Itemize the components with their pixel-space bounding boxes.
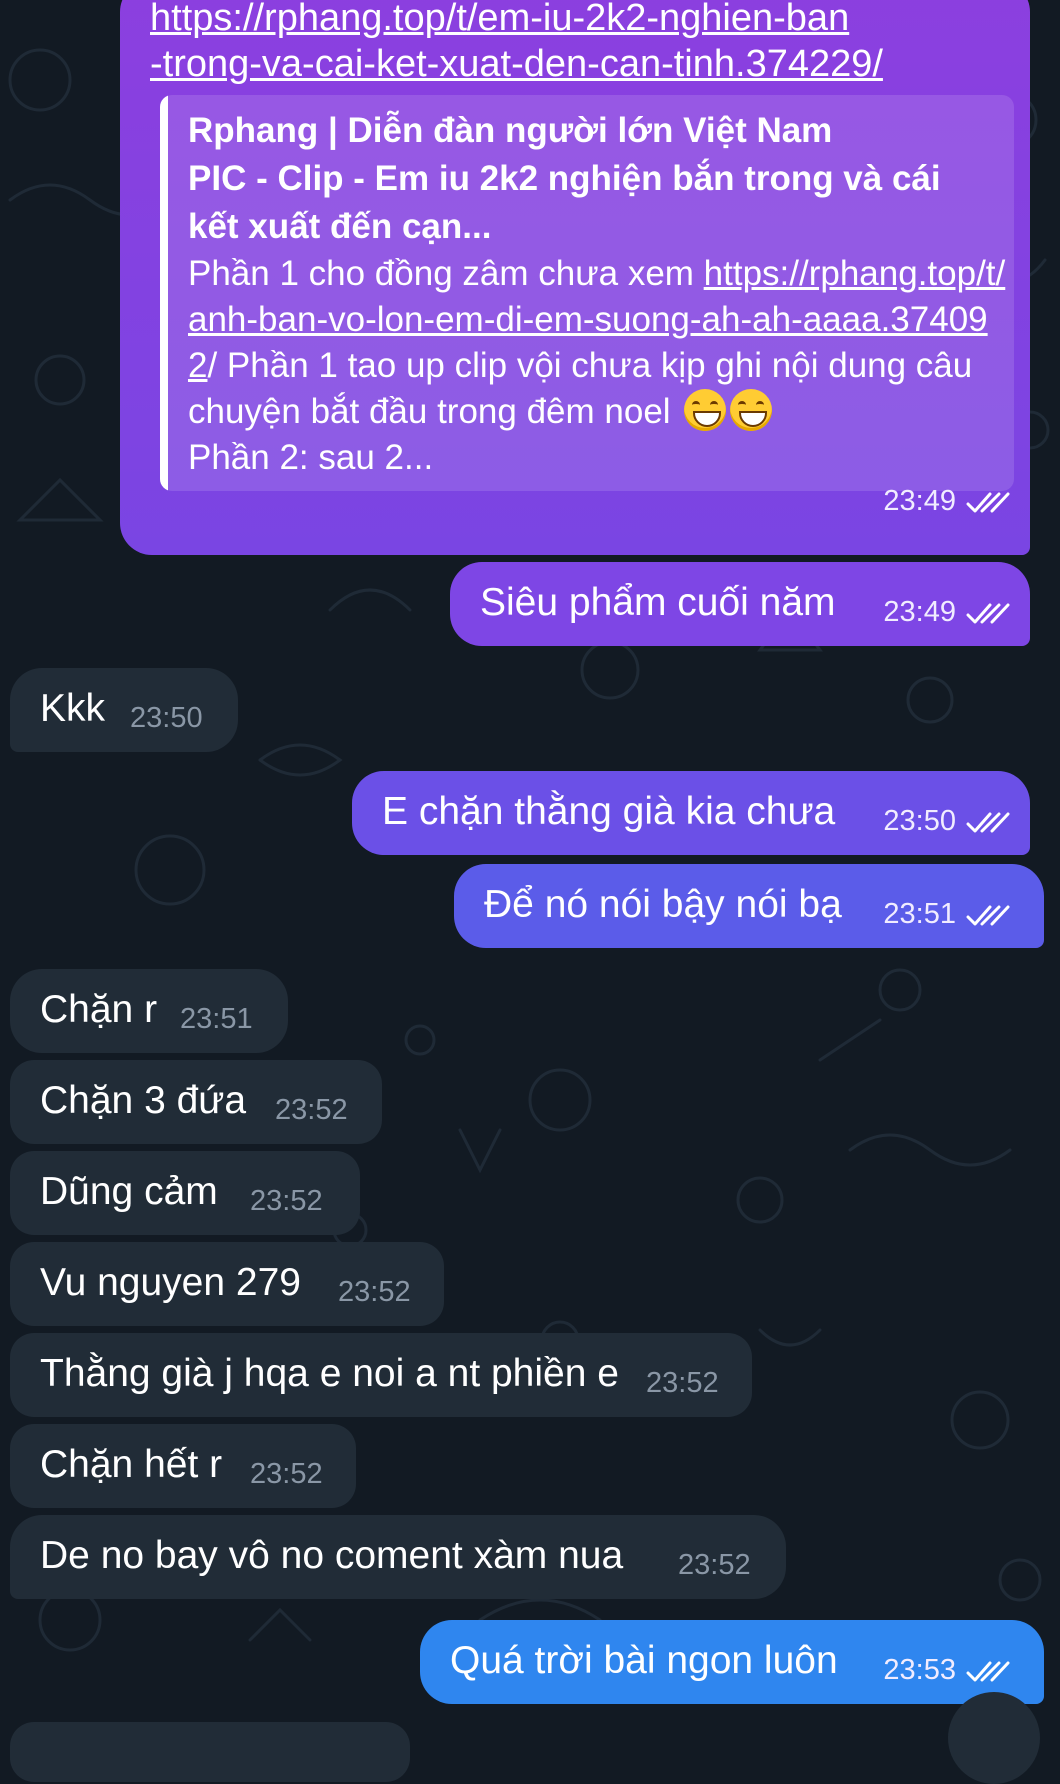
message-time: 23:52	[338, 1276, 411, 1308]
outgoing-message[interactable]: Để nó nói bậy nói bạ 23:51	[454, 864, 1044, 948]
incoming-message[interactable]: Vu nguyen 279 23:52	[10, 1242, 444, 1326]
link-preview-site: Rphang | Diễn đàn người lớn Việt Nam	[188, 111, 833, 150]
message-time: 23:52	[646, 1367, 719, 1399]
outgoing-message[interactable]: Siêu phẩm cuối năm 23:49	[450, 562, 1030, 646]
incoming-message[interactable]: Dũng cảm 23:52	[10, 1151, 360, 1235]
grinning-face-emoji	[684, 389, 727, 431]
incoming-message[interactable]: Kkk 23:50	[10, 668, 238, 752]
message-text: E chặn thằng già kia chưa	[382, 790, 836, 833]
message-text: De no bay vô no coment xàm nua	[40, 1534, 624, 1577]
message-text: Siêu phẩm cuối năm	[480, 581, 836, 624]
message-time: 23:52	[250, 1458, 323, 1490]
message-text: Chặn hết r	[40, 1443, 223, 1486]
message-text: Quá trời bài ngon luôn	[450, 1639, 838, 1682]
message-link-line2[interactable]: -trong-va-cai-ket-xuat-den-can-tinh.3742…	[150, 41, 1020, 87]
scroll-down-button[interactable]	[948, 1692, 1040, 1784]
message-time: 23:49	[883, 596, 956, 628]
message-time: 23:51	[883, 898, 956, 930]
message-time: 23:50	[883, 805, 956, 837]
message-time: 23:52	[678, 1549, 751, 1581]
message-time: 23:53	[883, 1654, 956, 1686]
incoming-message[interactable]: Thằng già j hqa e noi a nt phiền e 23:52	[10, 1333, 752, 1417]
incoming-message[interactable]: Chặn hết r 23:52	[10, 1424, 356, 1508]
double-check-icon	[966, 1661, 1010, 1682]
grinning-face-emoji	[730, 389, 773, 431]
incoming-message[interactable]: Chặn r 23:51	[10, 969, 288, 1053]
link-preview-description: Phần 1 cho đồng zâm chưa xem https://rph…	[188, 251, 1008, 481]
double-check-icon	[966, 492, 1010, 513]
message-text: Dũng cảm	[40, 1170, 218, 1213]
outgoing-message[interactable]: E chặn thằng già kia chưa 23:50	[352, 771, 1030, 855]
message-time: 23:51	[180, 1003, 253, 1035]
link-preview-desc-last-line: Phần 2: sau 2...	[188, 438, 434, 477]
message-time: 23:49	[883, 485, 956, 517]
incoming-message[interactable]: De no bay vô no coment xàm nua 23:52	[10, 1515, 786, 1599]
outgoing-message[interactable]: Quá trời bài ngon luôn 23:53	[420, 1620, 1044, 1704]
incoming-message[interactable]: Chặn 3 đứa 23:52	[10, 1060, 382, 1144]
link-preview-title: PIC - Clip - Em iu 2k2 nghiện bắn trong …	[188, 159, 941, 246]
next-incoming-message[interactable]	[10, 1722, 410, 1782]
outgoing-link-message[interactable]: https://rphang.top/t/em-iu-2k2-nghien-ba…	[120, 0, 1030, 555]
message-time: 23:50	[130, 702, 203, 734]
message-text: Chặn r	[40, 988, 158, 1031]
message-link-line1[interactable]: https://rphang.top/t/em-iu-2k2-nghien-ba…	[150, 0, 1020, 41]
message-link[interactable]: https://rphang.top/t/em-iu-2k2-nghien-ba…	[150, 0, 1020, 87]
double-check-icon	[966, 603, 1010, 624]
link-preview-desc-text: Phần 1 cho đồng zâm chưa xem	[188, 254, 704, 293]
link-preview-desc-text-2: / Phần 1 tao up clip vội chưa kịp ghi nộ…	[188, 346, 973, 431]
message-text: Vu nguyen 279	[40, 1261, 301, 1304]
message-time: 23:52	[275, 1094, 348, 1126]
message-time: 23:52	[250, 1185, 323, 1217]
message-text: Thằng già j hqa e noi a nt phiền e	[40, 1352, 619, 1395]
message-text: Kkk	[40, 687, 106, 730]
double-check-icon	[966, 905, 1010, 926]
link-preview-accent-bar	[160, 95, 168, 491]
double-check-icon	[966, 812, 1010, 833]
message-text: Chặn 3 đứa	[40, 1079, 247, 1122]
link-preview-card[interactable]: Rphang | Diễn đàn người lớn Việt Nam PIC…	[160, 95, 1014, 491]
message-text: Để nó nói bậy nói bạ	[484, 883, 842, 926]
